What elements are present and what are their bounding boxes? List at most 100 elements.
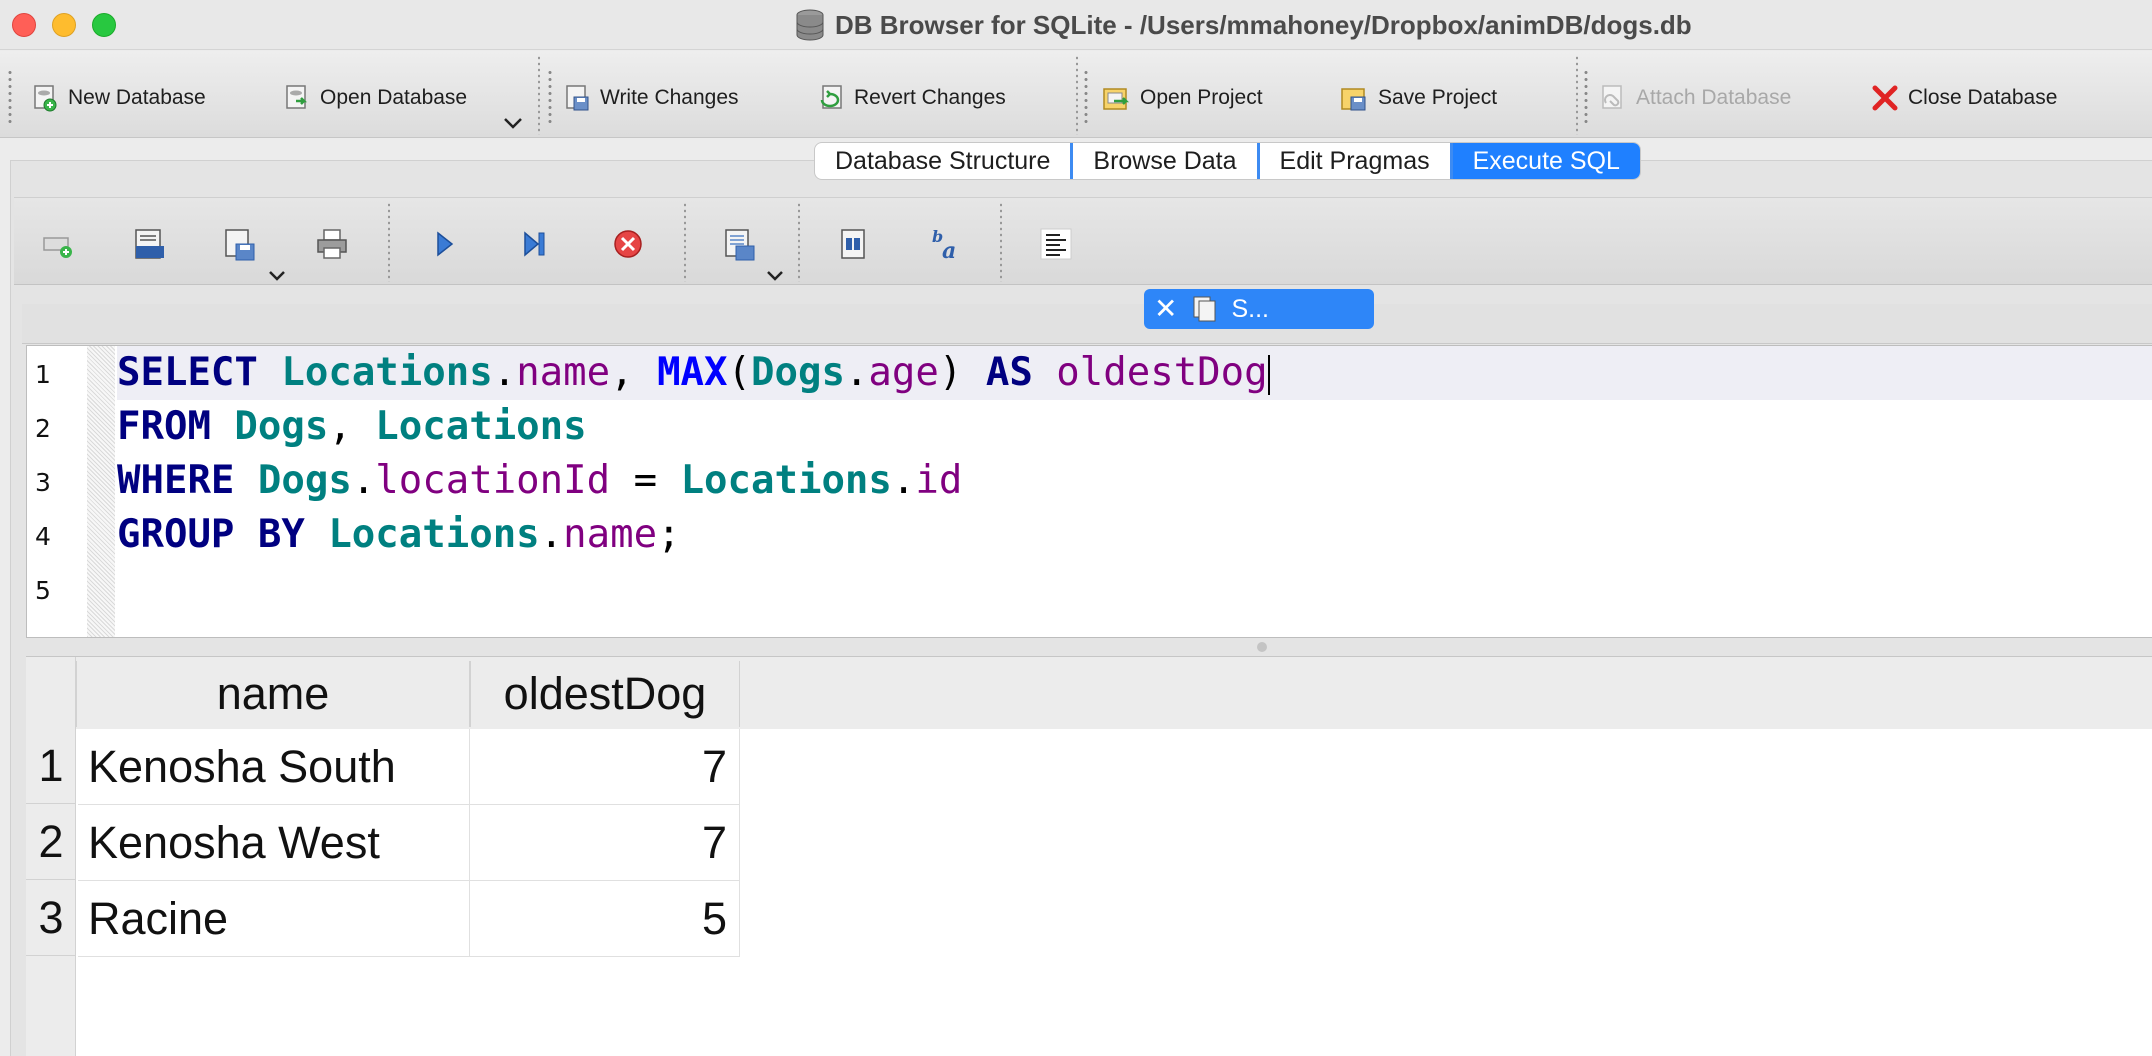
window-zoom-button[interactable] bbox=[92, 13, 116, 37]
revert-changes-icon bbox=[820, 85, 842, 109]
tab-execute-sql[interactable]: Execute SQL bbox=[1449, 143, 1640, 179]
sql-operator: . bbox=[539, 512, 564, 557]
sql-column: age bbox=[868, 350, 939, 395]
main-toolbar: New Database Open Database Write Changes… bbox=[0, 51, 2152, 138]
row-number[interactable]: 2 bbox=[26, 805, 76, 880]
line-number: 4 bbox=[35, 522, 51, 551]
save-project-icon bbox=[1341, 88, 1366, 111]
table-cell[interactable]: Kenosha South bbox=[78, 729, 470, 805]
toolbar-separator bbox=[1076, 55, 1078, 135]
sql-keyword: WHERE bbox=[117, 458, 235, 503]
open-database-label: Open Database bbox=[320, 86, 468, 109]
fold-margin bbox=[87, 346, 115, 637]
find-replace-icon[interactable]: b a bbox=[928, 226, 964, 262]
sql-editor-tab[interactable]: ✕ S... bbox=[1144, 289, 1374, 329]
save-results-icon[interactable] bbox=[722, 226, 758, 262]
tab-edit-pragmas[interactable]: Edit Pragmas bbox=[1256, 143, 1450, 179]
sql-keyword: AS bbox=[985, 350, 1033, 395]
write-changes-label: Write Changes bbox=[600, 86, 739, 109]
sql-table: Locations bbox=[375, 404, 587, 449]
code-line-1: SELECT Locations.name, MAX(Dogs.age) AS … bbox=[117, 346, 1270, 400]
results-grid[interactable]: name oldestDog 1 Kenosha South 7 2 Kenos… bbox=[26, 656, 2152, 1056]
open-project-button[interactable]: Open Project bbox=[1100, 79, 1263, 117]
sql-operator: = bbox=[633, 458, 658, 503]
new-database-label: New Database bbox=[68, 86, 206, 109]
window-minimize-button[interactable] bbox=[52, 13, 76, 37]
save-project-label: Save Project bbox=[1378, 86, 1498, 109]
close-database-label: Close Database bbox=[1908, 86, 2058, 109]
column-header-oldestdog[interactable]: oldestDog bbox=[470, 661, 740, 727]
new-database-button[interactable]: New Database bbox=[30, 79, 206, 117]
execute-all-icon[interactable] bbox=[426, 226, 462, 262]
save-sql-file-icon[interactable] bbox=[222, 226, 258, 262]
toolbar-grip[interactable] bbox=[548, 69, 552, 125]
toolbar-grip[interactable] bbox=[8, 69, 12, 125]
sql-operator: , bbox=[328, 404, 352, 449]
sql-operator: ; bbox=[657, 512, 681, 557]
stop-execution-icon[interactable] bbox=[610, 226, 646, 262]
sql-alias: oldestDog bbox=[1056, 350, 1268, 395]
open-sql-file-icon[interactable] bbox=[132, 226, 168, 262]
sql-editor-tab-label: S... bbox=[1231, 294, 1269, 323]
code-line-2: FROM Dogs, Locations bbox=[117, 400, 587, 454]
row-number[interactable]: 3 bbox=[26, 881, 76, 956]
toolbar-grip[interactable] bbox=[1584, 69, 1588, 125]
close-database-icon bbox=[1872, 85, 1898, 111]
chevron-down-icon[interactable] bbox=[766, 270, 784, 282]
toolbar-separator bbox=[538, 55, 540, 135]
close-tab-icon[interactable]: ✕ bbox=[1154, 295, 1177, 323]
execute-line-icon[interactable] bbox=[516, 226, 552, 262]
open-database-icon bbox=[286, 85, 308, 109]
window-close-button[interactable] bbox=[12, 13, 36, 37]
revert-changes-label: Revert Changes bbox=[854, 86, 1006, 109]
sql-table: Dogs bbox=[751, 350, 845, 395]
save-project-button[interactable]: Save Project bbox=[1338, 79, 1497, 117]
splitter-handle[interactable] bbox=[1257, 642, 1267, 652]
sql-toolbar: b a bbox=[14, 197, 2152, 285]
write-changes-button[interactable]: Write Changes bbox=[562, 79, 739, 117]
tab-database-structure[interactable]: Database Structure bbox=[815, 143, 1070, 179]
toolbar-separator bbox=[388, 202, 390, 282]
chevron-down-icon[interactable] bbox=[268, 270, 286, 282]
line-number: 1 bbox=[35, 360, 51, 389]
editor-results-splitter[interactable] bbox=[26, 638, 2152, 654]
find-text-icon[interactable] bbox=[836, 226, 872, 262]
open-database-button[interactable]: Open Database bbox=[282, 79, 467, 117]
toolbar-separator bbox=[1576, 55, 1578, 135]
database-icon bbox=[796, 9, 824, 41]
toolbar-grip[interactable] bbox=[1084, 69, 1088, 125]
column-header-name[interactable]: name bbox=[76, 661, 470, 727]
sql-operator: ) bbox=[938, 350, 963, 395]
sql-function: MAX bbox=[657, 350, 728, 395]
chevron-down-icon[interactable] bbox=[502, 116, 524, 130]
sql-table: Dogs bbox=[234, 404, 329, 449]
sql-editor[interactable]: 1 2 3 4 5 SELECT Locations.name, MAX(Dog… bbox=[26, 345, 2152, 638]
sql-operator: ( bbox=[727, 350, 752, 395]
table-cell[interactable]: Racine bbox=[78, 881, 470, 957]
table-cell[interactable]: 7 bbox=[470, 805, 740, 881]
table-cell[interactable]: Kenosha West bbox=[78, 805, 470, 881]
table-cell[interactable]: 5 bbox=[470, 881, 740, 957]
code-line-3: WHERE Dogs.locationId = Locations.id bbox=[117, 454, 962, 508]
document-icon bbox=[1193, 296, 1216, 322]
close-database-button[interactable]: Close Database bbox=[1870, 79, 2057, 117]
svg-text:a: a bbox=[942, 238, 956, 262]
sql-table: Locations bbox=[680, 458, 892, 503]
print-icon[interactable] bbox=[314, 226, 350, 262]
row-number[interactable]: 1 bbox=[26, 729, 76, 804]
sql-column: id bbox=[915, 458, 963, 503]
attach-database-button[interactable]: Attach Database bbox=[1598, 79, 1791, 117]
sql-keyword: SELECT bbox=[117, 350, 258, 395]
editor-tab-strip bbox=[22, 304, 2152, 344]
window-title: DB Browser for SQLite - /Users/mmahoney/… bbox=[835, 9, 1692, 40]
table-cell[interactable]: 7 bbox=[470, 729, 740, 805]
revert-changes-button[interactable]: Revert Changes bbox=[816, 79, 1006, 117]
attach-database-label: Attach Database bbox=[1636, 86, 1792, 109]
tab-browse-data[interactable]: Browse Data bbox=[1070, 143, 1256, 179]
attach-database-icon bbox=[1602, 85, 1622, 109]
main-tab-bar: Database Structure Browse Data Edit Prag… bbox=[814, 142, 1641, 180]
sql-operator: . bbox=[844, 350, 869, 395]
comment-lines-icon[interactable] bbox=[1038, 226, 1074, 262]
open-tab-icon[interactable] bbox=[40, 226, 76, 262]
line-number: 3 bbox=[35, 468, 51, 497]
